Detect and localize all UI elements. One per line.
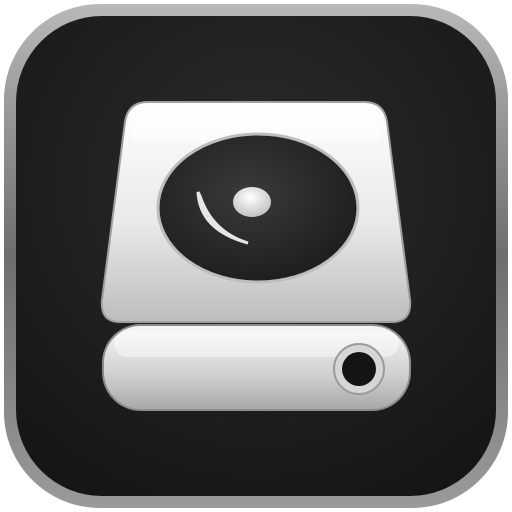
drive-led-icon: [342, 352, 376, 386]
platter-hub: [233, 187, 271, 217]
app-icon-canvas: [0, 0, 512, 512]
external-drive-icon: [4, 4, 508, 508]
